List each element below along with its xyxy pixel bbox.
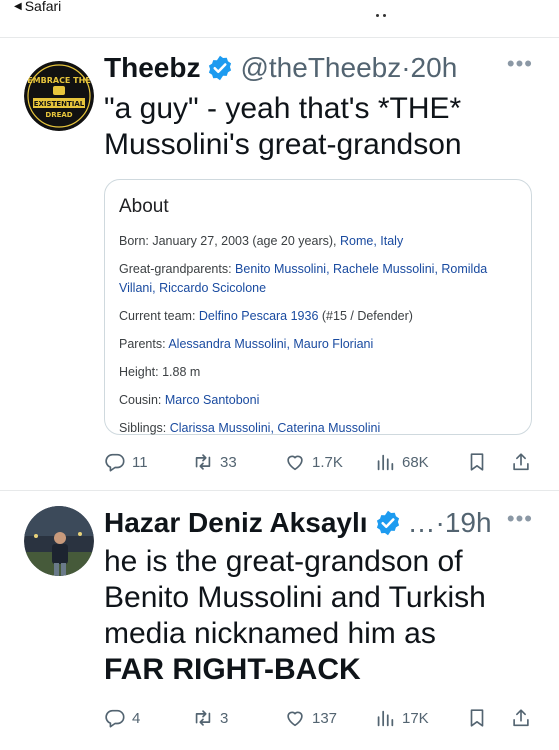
status-bar: ◀ Safari (0, 0, 559, 38)
row-link[interactable]: Delfino Pescara 1936 (199, 309, 319, 323)
back-to-app-button[interactable]: ◀ Safari (14, 0, 61, 14)
like-icon (287, 455, 303, 471)
tweet-text: he is the great-grandson of Benito Musso… (104, 544, 544, 688)
author-name[interactable]: Theebz (104, 51, 200, 85)
share-button[interactable] (510, 451, 532, 473)
card-row-height: Height: 1.88 m (119, 363, 517, 382)
card-row-current-team: Current team: Delfino Pescara 1936 (#15 … (119, 307, 517, 326)
about-card[interactable]: About Born: January 27, 2003 (age 20 yea… (104, 179, 532, 435)
partial-dots-icon (376, 14, 386, 17)
views-button[interactable]: 17K (374, 707, 429, 729)
views-icon (377, 710, 394, 727)
bookmark-button[interactable] (466, 707, 488, 729)
svg-text:EMBRACE THE: EMBRACE THE (27, 76, 91, 85)
separator: · (401, 52, 411, 83)
share-button[interactable] (510, 707, 532, 729)
retweet-icon (195, 710, 211, 726)
share-icon (513, 453, 529, 471)
tweet-text-emphasis: FAR RIGHT-BACK (104, 653, 361, 686)
card-row-born: Born: January 27, 2003 (age 20 years), R… (119, 232, 517, 251)
row-value: 1.88 m (162, 365, 201, 379)
row-value: (#15 / Defender) (318, 309, 413, 323)
like-icon (287, 711, 303, 727)
row-label: Height: (119, 365, 163, 379)
timestamp[interactable]: 19h (445, 506, 492, 540)
retweet-icon (195, 454, 211, 470)
tweet-actions: 11 33 1.7K 68K (104, 451, 534, 479)
row-label: Parents: (119, 337, 169, 351)
tweet[interactable]: EMBRACE THE EXISTENTIAL DREAD Theebz @th… (0, 39, 559, 491)
tweet-header: Hazar Deniz Aksaylı … · 19h (104, 506, 492, 540)
retweet-count: 3 (220, 709, 229, 727)
tweet-text: "a guy" - yeah that's *THE* Mussolini's … (104, 92, 462, 161)
reply-button[interactable]: 4 (104, 707, 140, 729)
row-label: Born: (119, 234, 153, 248)
row-link[interactable]: Rome, Italy (340, 234, 403, 248)
views-count: 68K (402, 453, 429, 471)
reply-icon (105, 453, 125, 472)
back-triangle-icon: ◀ (14, 0, 22, 12)
more-icon[interactable]: ••• (507, 51, 533, 77)
tweet-text-main: he is the great-grandson of Benito Musso… (104, 545, 486, 650)
avatar[interactable] (24, 506, 94, 576)
row-label: Cousin: (119, 393, 165, 407)
author-handle[interactable]: @theTheebz (240, 51, 401, 85)
row-label: Siblings: (119, 421, 170, 435)
card-title: About (119, 196, 169, 217)
tweet[interactable]: Hazar Deniz Aksaylı … · 19h ••• he is th… (0, 492, 559, 750)
svg-text:EXISTENTIAL: EXISTENTIAL (34, 100, 85, 108)
avatar-photo-icon (24, 506, 94, 576)
row-link[interactable]: Alessandra Mussolini, Mauro Floriani (168, 337, 373, 351)
svg-text:DREAD: DREAD (45, 111, 72, 119)
row-link[interactable]: Clarissa Mussolini, Caterina Mussolini (170, 421, 381, 435)
bookmark-button[interactable] (466, 451, 488, 473)
tweet-actions: 4 3 137 17K (104, 707, 534, 735)
like-count: 137 (312, 709, 338, 727)
row-label: Great-grandparents: (119, 262, 236, 276)
timestamp[interactable]: 20h (411, 51, 458, 85)
card-row-cousin: Cousin: Marco Santoboni (119, 391, 517, 410)
retweet-count: 33 (220, 453, 237, 471)
reply-count: 4 (132, 709, 141, 727)
more-icon[interactable]: ••• (507, 506, 533, 532)
views-count: 17K (402, 709, 429, 727)
author-handle[interactable]: … (408, 506, 436, 540)
retweet-button[interactable]: 33 (192, 451, 237, 473)
views-button[interactable]: 68K (374, 451, 429, 473)
views-icon (377, 454, 394, 471)
author-name[interactable]: Hazar Deniz Aksaylı (104, 506, 368, 540)
row-label: Current team: (119, 309, 199, 323)
like-button[interactable]: 1.7K (284, 451, 343, 473)
like-count: 1.7K (312, 453, 343, 471)
back-app-label: Safari (24, 0, 62, 14)
bookmark-icon (470, 453, 484, 471)
separator: · (435, 507, 445, 538)
reply-button[interactable]: 11 (104, 451, 148, 473)
avatar-logo-icon: EMBRACE THE EXISTENTIAL DREAD (24, 61, 94, 131)
like-button[interactable]: 137 (284, 707, 337, 729)
tweet-header: Theebz @theTheebz · 20h (104, 51, 457, 85)
verified-badge-icon (376, 510, 399, 536)
retweet-button[interactable]: 3 (192, 707, 228, 729)
row-link[interactable]: Marco Santoboni (165, 393, 260, 407)
share-icon (513, 709, 529, 727)
card-row-great-grandparents: Great-grandparents: Benito Mussolini, Ra… (119, 260, 517, 298)
bookmark-icon (470, 709, 484, 727)
verified-badge-icon (209, 55, 232, 81)
reply-icon (105, 709, 125, 728)
card-row-parents: Parents: Alessandra Mussolini, Mauro Flo… (119, 335, 517, 354)
reply-count: 11 (132, 453, 148, 471)
avatar[interactable]: EMBRACE THE EXISTENTIAL DREAD (24, 61, 94, 131)
row-value: January 27, 2003 (age 20 years), (152, 234, 340, 248)
card-row-siblings: Siblings: Clarissa Mussolini, Caterina M… (119, 419, 517, 438)
